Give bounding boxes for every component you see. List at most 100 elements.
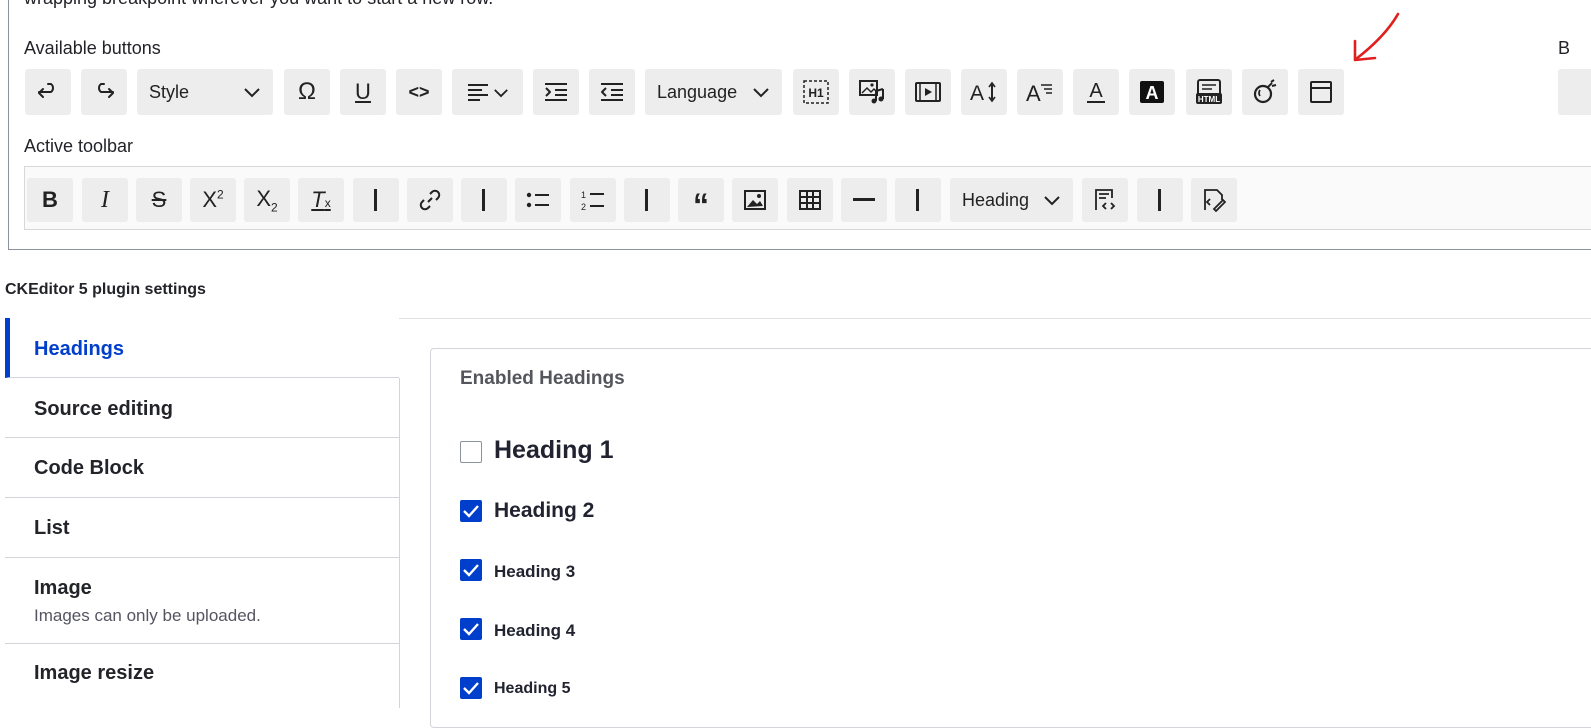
- bomb-button[interactable]: [1242, 69, 1288, 115]
- outdent-icon: [601, 83, 623, 101]
- heading-4-checkbox[interactable]: [460, 618, 482, 640]
- checkmark-icon: [463, 564, 479, 577]
- code-button[interactable]: <>: [396, 69, 442, 115]
- underline-button[interactable]: U: [340, 69, 386, 115]
- checkmark-icon: [463, 623, 479, 636]
- divider-button[interactable]: [461, 178, 507, 222]
- divider-icon: [482, 189, 485, 211]
- table-button[interactable]: [787, 178, 833, 222]
- numbered-list-icon: 12: [581, 190, 604, 211]
- code-block-button[interactable]: [1082, 178, 1128, 222]
- font-color-button[interactable]: A: [1073, 69, 1119, 115]
- numbered-list-button[interactable]: 12: [570, 178, 616, 222]
- language-dropdown[interactable]: Language: [645, 69, 782, 115]
- image-button[interactable]: [732, 178, 778, 222]
- headings-panel: [430, 348, 1591, 728]
- heading-2-checkbox[interactable]: [460, 500, 482, 522]
- divider-button[interactable]: [1137, 178, 1183, 222]
- style-dropdown[interactable]: Style: [137, 69, 273, 115]
- chevron-down-icon: [1044, 196, 1060, 206]
- heading-h1-button[interactable]: H1: [793, 69, 839, 115]
- italic-button[interactable]: I: [82, 178, 128, 222]
- font-background-color-button[interactable]: A: [1129, 69, 1175, 115]
- tab-list[interactable]: List: [5, 498, 399, 558]
- active-toolbar-label: Active toolbar: [24, 136, 134, 156]
- tab-label: Source editing: [34, 398, 173, 420]
- chevron-down-icon: [493, 88, 508, 97]
- source-editing-icon: [1204, 189, 1226, 212]
- alignment-dropdown[interactable]: [452, 69, 523, 115]
- remove-format-button[interactable]: Tx: [298, 178, 344, 222]
- heading-dropdown[interactable]: Heading: [950, 178, 1073, 222]
- bold-button[interactable]: B: [27, 178, 73, 222]
- outdent-button[interactable]: [589, 69, 635, 115]
- tab-source-editing[interactable]: Source editing: [5, 378, 399, 438]
- language-dropdown-label: Language: [657, 81, 738, 102]
- code-block-icon: [1095, 189, 1116, 210]
- indent-icon: [545, 83, 567, 101]
- media-library-icon: [859, 80, 884, 104]
- heading-1-checkbox[interactable]: [460, 441, 482, 463]
- panel-title: Enabled Headings: [460, 368, 625, 389]
- source-editing-button[interactable]: [1191, 178, 1237, 222]
- subscript-icon: X2: [256, 185, 278, 215]
- tab-code-block[interactable]: Code Block: [5, 438, 399, 498]
- svg-text:1: 1: [581, 190, 586, 200]
- divider-button[interactable]: [353, 178, 399, 222]
- right-column-button[interactable]: [1558, 69, 1591, 115]
- horizontal-line-button[interactable]: [841, 178, 887, 222]
- subscript-button[interactable]: X2: [244, 178, 290, 222]
- tab-image-resize[interactable]: Image resize: [5, 644, 399, 704]
- chevron-down-icon: [244, 88, 260, 98]
- checkmark-icon: [463, 682, 479, 695]
- svg-text:2: 2: [581, 202, 586, 211]
- svg-text:HTML: HTML: [1198, 95, 1220, 104]
- layout-button[interactable]: [1298, 69, 1344, 115]
- tab-headings[interactable]: Headings: [5, 318, 399, 378]
- font-background-color-icon: A: [1140, 81, 1164, 103]
- indent-button[interactable]: [533, 69, 579, 115]
- blockquote-icon: “: [693, 187, 709, 223]
- divider-button[interactable]: [895, 178, 941, 222]
- heading-1-label: Heading 1: [494, 436, 614, 464]
- heading-5-checkbox[interactable]: [460, 677, 482, 699]
- tab-image[interactable]: Image Images can only be uploaded.: [5, 558, 399, 644]
- divider-icon: [374, 189, 377, 211]
- link-icon: [419, 189, 441, 211]
- bomb-icon: [1253, 79, 1277, 104]
- heading-h1-icon: H1: [803, 80, 829, 104]
- tab-description: Images can only be uploaded.: [34, 606, 261, 625]
- media-embed-button[interactable]: [905, 69, 951, 115]
- divider-button[interactable]: [624, 178, 670, 222]
- svg-text:A: A: [970, 82, 984, 104]
- strikethrough-icon: S: [151, 187, 167, 212]
- strikethrough-button[interactable]: S: [136, 178, 182, 222]
- blockquote-button[interactable]: “: [678, 178, 724, 222]
- font-family-button[interactable]: A: [1017, 69, 1063, 115]
- available-buttons-label: Available buttons: [24, 38, 161, 58]
- media-library-button[interactable]: [849, 69, 895, 115]
- undo-button[interactable]: [25, 69, 71, 115]
- tabs-border: [399, 378, 400, 708]
- heading-3-checkbox[interactable]: [460, 559, 482, 581]
- bulleted-list-icon: [526, 192, 549, 208]
- chevron-down-icon: [753, 88, 769, 98]
- html-embed-icon: HTML: [1196, 79, 1222, 104]
- tab-label: Code Block: [34, 457, 145, 479]
- horizontal-line-icon: [853, 198, 875, 201]
- svg-text:A: A: [1026, 81, 1041, 104]
- bulleted-list-button[interactable]: [515, 178, 561, 222]
- right-column-label: B: [1558, 38, 1571, 58]
- special-characters-button[interactable]: Ω: [284, 69, 330, 115]
- html-embed-button[interactable]: HTML: [1186, 69, 1232, 115]
- redo-button[interactable]: [81, 69, 127, 115]
- link-button[interactable]: [407, 178, 453, 222]
- heading-dropdown-label: Heading: [962, 189, 1030, 210]
- font-size-button[interactable]: A: [961, 69, 1007, 115]
- remove-format-icon: Tx: [311, 187, 331, 212]
- underline-icon: U: [355, 79, 371, 104]
- superscript-button[interactable]: X2: [190, 178, 236, 222]
- checkmark-icon: [463, 505, 479, 518]
- tab-label: List: [34, 517, 70, 539]
- svg-text:A: A: [1089, 80, 1103, 102]
